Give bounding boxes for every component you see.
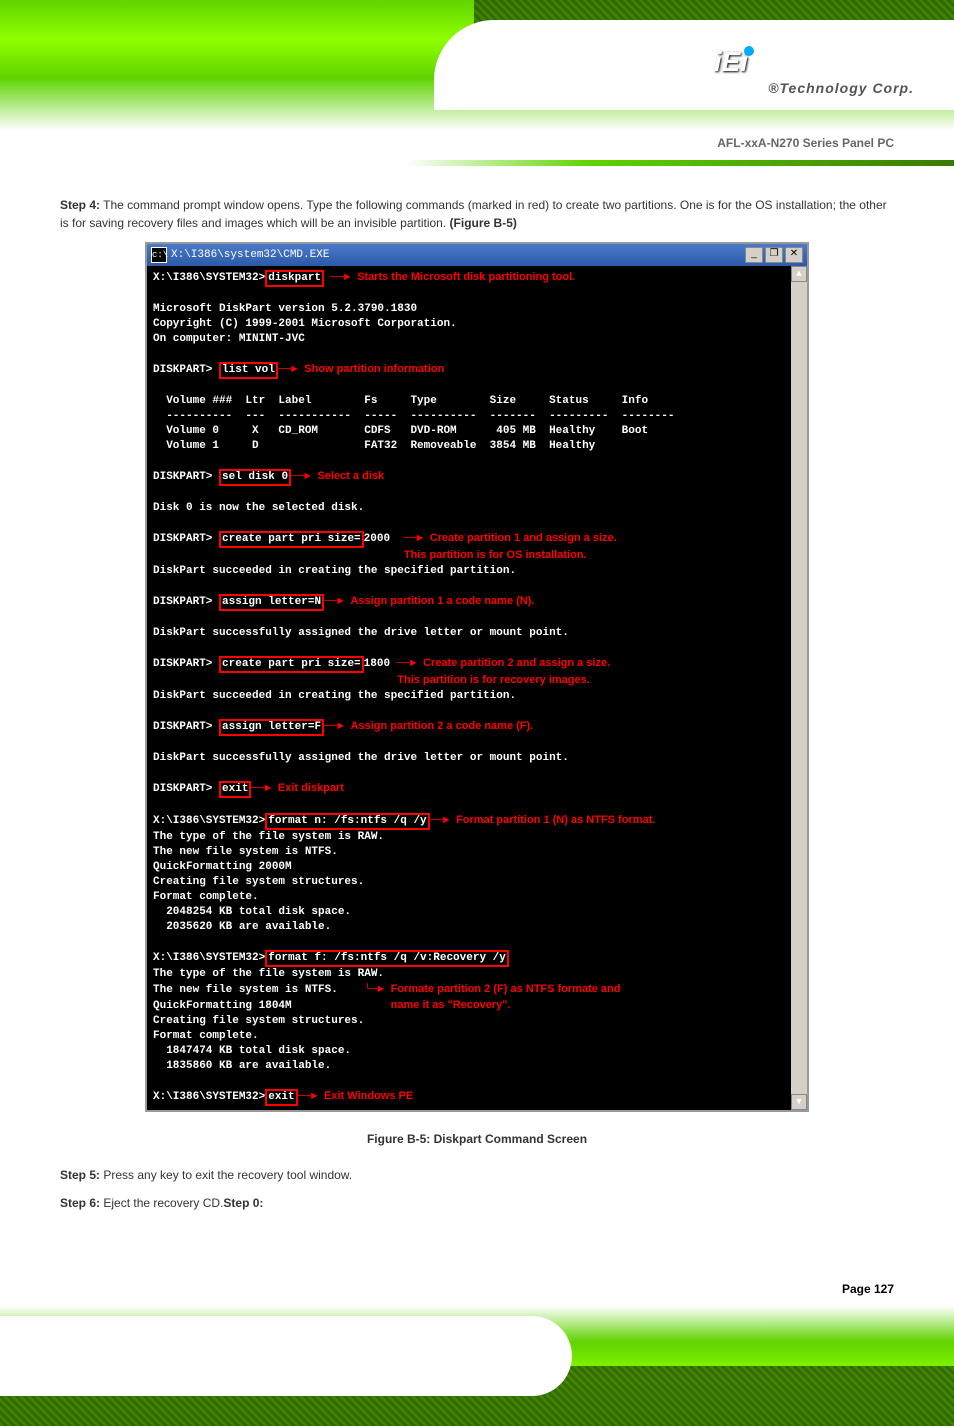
terminal-line: 1835860 KB are available. (153, 1059, 785, 1074)
terminal-line: X:\I386\SYSTEM32>exit──► Exit Windows PE (153, 1089, 785, 1106)
table-row: Volume 1 D FAT32 Removeable 3854 MB Heal… (153, 439, 785, 454)
terminal-line: Copyright (C) 1999-2001 Microsoft Corpor… (153, 317, 785, 332)
terminal-line: Format complete. (153, 1029, 785, 1044)
title-bar[interactable]: c:\ X:\I386\system32\CMD.EXE _ ❐ ✕ (147, 244, 807, 266)
terminal-line: DISKPART> assign letter=F──► Assign part… (153, 719, 785, 736)
cmd-icon: c:\ (151, 247, 167, 263)
terminal-line: Creating file system structures. (153, 1014, 785, 1029)
terminal-line: DiskPart succeeded in creating the speci… (153, 564, 785, 579)
table-header: Volume ### Ltr Label Fs Type Size Status… (153, 394, 785, 409)
step-6: Step 6: Eject the recovery CD.Step 0: (60, 1194, 894, 1212)
terminal-line: X:\I386\SYSTEM32>diskpart ──► Starts the… (153, 270, 785, 287)
terminal-line: DISKPART> create part pri size=2000 ──► … (153, 531, 785, 548)
footer-curve (0, 1316, 572, 1396)
page-number: Page 127 (0, 1282, 954, 1296)
close-button[interactable]: ✕ (785, 247, 803, 263)
terminal-line: 2035620 KB are available. (153, 920, 785, 935)
terminal-line: QuickFormatting 2000M (153, 860, 785, 875)
terminal-line: The type of the file system is RAW. (153, 967, 785, 982)
terminal-line: Creating file system structures. (153, 875, 785, 890)
terminal-line: DISKPART> list vol──► Show partition inf… (153, 362, 785, 379)
logo: iEi (714, 46, 754, 78)
tagline: ®Technology Corp. (768, 80, 914, 96)
terminal-line: Disk 0 is now the selected disk. (153, 501, 785, 516)
terminal-line: Format complete. (153, 890, 785, 905)
header-curve: iEi ®Technology Corp. (434, 20, 954, 110)
terminal-line: 1847474 KB total disk space. (153, 1044, 785, 1059)
scroll-up-icon[interactable]: ▲ (791, 266, 807, 282)
terminal-line: DiskPart succeeded in creating the speci… (153, 689, 785, 704)
scroll-down-icon[interactable]: ▼ (791, 1094, 807, 1110)
footer-banner (0, 1306, 954, 1426)
content-area: Step 4: The command prompt window opens.… (0, 166, 954, 1242)
terminal-line: DiskPart successfully assigned the drive… (153, 751, 785, 766)
terminal-line: Microsoft DiskPart version 5.2.3790.1830 (153, 302, 785, 317)
terminal-line: QuickFormatting 1804M name it as "Recove… (153, 998, 785, 1014)
table-row: Volume 0 X CD_ROM CDFS DVD-ROM 405 MB He… (153, 424, 785, 439)
terminal-line: The type of the file system is RAW. (153, 830, 785, 845)
terminal-line: X:\I386\SYSTEM32>format f: /fs:ntfs /q /… (153, 950, 785, 967)
doc-title: AFL-xxA-N270 Series Panel PC (0, 130, 954, 156)
terminal-line: This partition is for recovery images. (153, 673, 785, 689)
minimize-button[interactable]: _ (745, 247, 763, 263)
step-5: Step 5: Press any key to exit the recove… (60, 1166, 894, 1184)
terminal-line: 2048254 KB total disk space. (153, 905, 785, 920)
terminal-line: X:\I386\SYSTEM32>format n: /fs:ntfs /q /… (153, 813, 785, 830)
terminal-line: DiskPart successfully assigned the drive… (153, 626, 785, 641)
cmd-window: c:\ X:\I386\system32\CMD.EXE _ ❐ ✕ ▲ ▼ X… (145, 242, 809, 1112)
step-4: Step 4: The command prompt window opens.… (60, 196, 894, 232)
terminal-line: This partition is for OS installation. (153, 548, 785, 564)
terminal-output[interactable]: ▲ ▼ X:\I386\SYSTEM32>diskpart ──► Starts… (147, 266, 807, 1110)
terminal-line: DISKPART> sel disk 0──► Select a disk (153, 469, 785, 486)
terminal-line: DISKPART> create part pri size=1800 ──► … (153, 656, 785, 673)
terminal-line: The new file system is NTFS. └─► Formate… (153, 982, 785, 998)
table-divider: ---------- --- ----------- ----- -------… (153, 409, 785, 424)
terminal-line: DISKPART> assign letter=N──► Assign part… (153, 594, 785, 611)
figure-caption: Figure B-5: Diskpart Command Screen (60, 1132, 894, 1146)
terminal-line: On computer: MININT-JVC (153, 332, 785, 347)
window-buttons: _ ❐ ✕ (745, 247, 803, 263)
window-title: X:\I386\system32\CMD.EXE (171, 249, 329, 261)
header-banner: iEi ®Technology Corp. (0, 0, 954, 130)
terminal-line: The new file system is NTFS. (153, 845, 785, 860)
terminal-line: DISKPART> exit──► Exit diskpart (153, 781, 785, 798)
maximize-button[interactable]: ❐ (765, 247, 783, 263)
